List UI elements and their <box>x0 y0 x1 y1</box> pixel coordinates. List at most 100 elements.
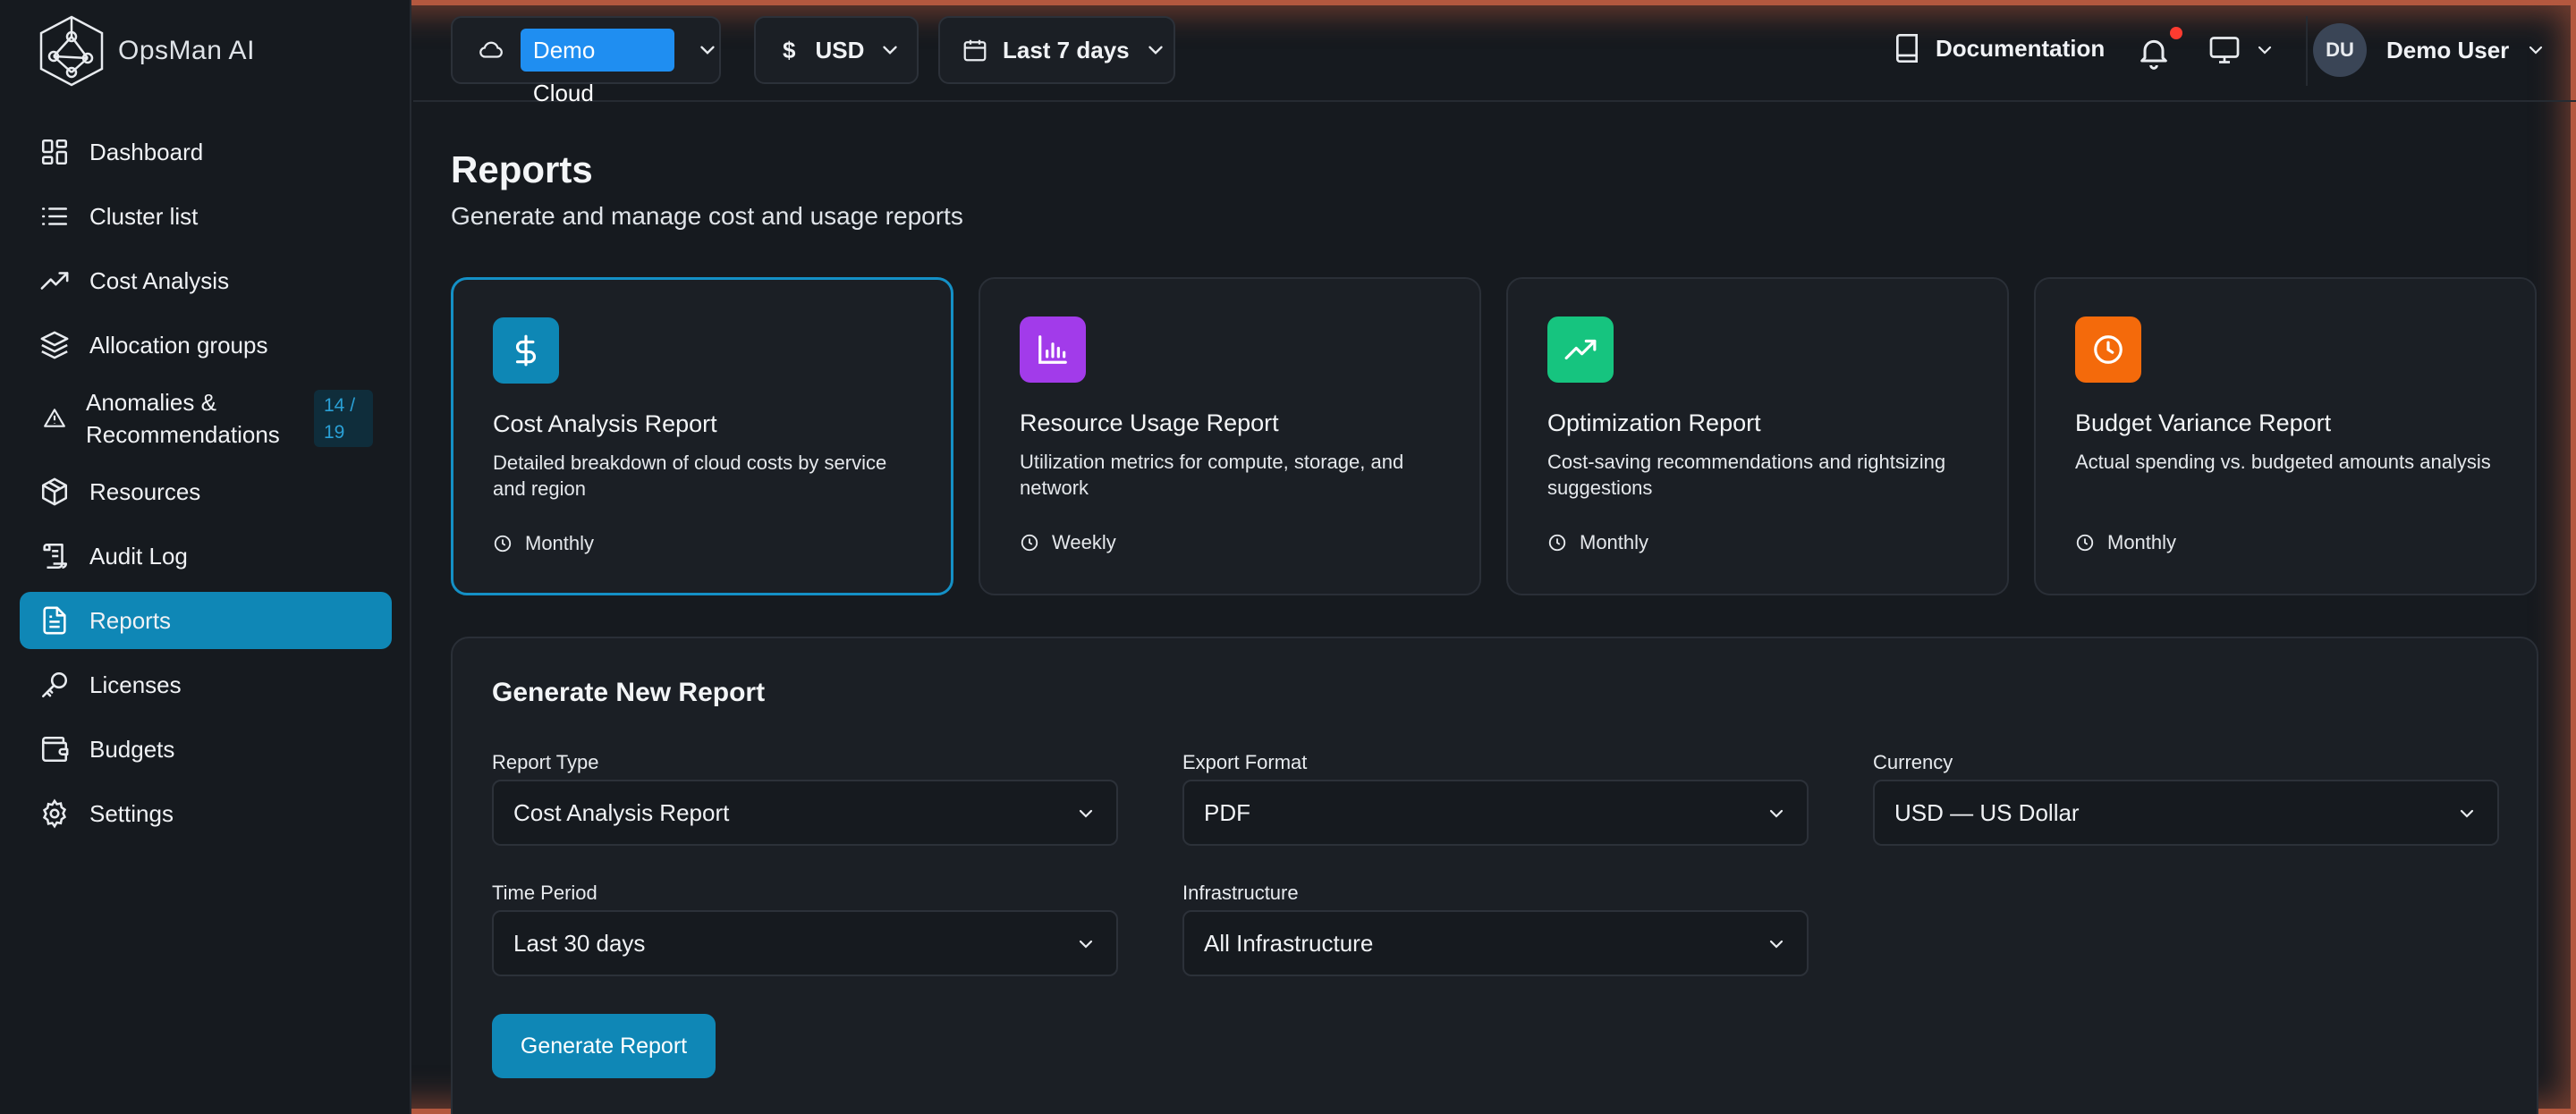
export-format-select[interactable]: PDF <box>1182 780 1809 846</box>
export-format-label: Export Format <box>1182 751 1308 773</box>
sidebar-item-dashboard[interactable]: Dashboard <box>20 123 392 181</box>
sidebar-item-licenses[interactable]: Licenses <box>20 656 392 713</box>
time-period-value: Last 30 days <box>513 929 646 957</box>
report-card-cost-analysis[interactable]: Cost Analysis Report Detailed breakdown … <box>451 277 953 595</box>
card-description: Detailed breakdown of cloud costs by ser… <box>493 452 887 500</box>
card-title: Resource Usage Report <box>1020 409 1279 436</box>
list-icon <box>41 207 68 225</box>
date-range-selector[interactable]: Last 7 days <box>938 16 1175 84</box>
sidebar-item-budgets[interactable]: Budgets <box>20 721 392 778</box>
infrastructure-label: Infrastructure <box>1182 882 1299 904</box>
card-title: Budget Variance Report <box>2075 409 2332 436</box>
report-type-select[interactable]: Cost Analysis Report <box>492 780 1118 846</box>
sidebar-item-label: Cost Analysis <box>89 266 230 294</box>
main-content: Reports Generate and manage cost and usa… <box>413 104 2576 1114</box>
generate-report-button[interactable]: Generate Report <box>492 1014 716 1078</box>
card-icon-tile <box>1547 316 1614 383</box>
sidebar-nav: Dashboard Cluster list Cost Analysis All… <box>20 123 392 849</box>
card-frequency: Monthly <box>2075 531 2176 554</box>
time-period-label: Time Period <box>492 882 597 904</box>
sidebar-item-reports[interactable]: Reports <box>20 592 392 649</box>
key-icon <box>41 671 68 698</box>
cloud-name-badge: Demo Cloud <box>520 29 675 106</box>
chevron-down-icon <box>883 46 898 55</box>
display-menu-button[interactable] <box>2207 34 2275 66</box>
chevron-down-icon <box>1079 940 1093 949</box>
clock-icon <box>1021 534 1038 552</box>
report-type-label: Report Type <box>492 751 599 773</box>
brand[interactable]: OpsMan AI <box>36 13 255 89</box>
card-title: Optimization Report <box>1547 409 1761 436</box>
sidebar: OpsMan AI Dashboard Cluster list Cost An… <box>0 0 411 1114</box>
chevron-down-icon <box>1769 809 1784 818</box>
sidebar-item-resources[interactable]: Resources <box>20 463 392 520</box>
chevron-down-icon <box>1148 46 1163 55</box>
report-type-value: Cost Analysis Report <box>513 798 730 826</box>
cloud-selector[interactable]: Demo Cloud <box>451 16 721 106</box>
clock-icon <box>2076 534 2094 552</box>
sidebar-item-label: Allocation groups <box>89 331 268 359</box>
avatar: DU <box>2313 23 2367 77</box>
frequency-label: Weekly <box>1052 531 1116 553</box>
card-icon-tile <box>493 317 559 384</box>
card-description: Actual spending vs. budgeted amounts ana… <box>2075 451 2491 473</box>
sidebar-item-label: Resources <box>89 477 201 505</box>
chevron-down-icon <box>1769 940 1784 949</box>
user-menu[interactable]: DU Demo User <box>2313 23 2546 77</box>
monitor-icon <box>2209 37 2240 63</box>
anomalies-count-badge: 14 / 19 <box>314 390 373 447</box>
card-frequency: Monthly <box>1547 531 1648 554</box>
user-name: Demo User <box>2386 36 2510 63</box>
report-card-budget-variance[interactable]: Budget Variance Report Actual spending v… <box>2034 277 2537 595</box>
brand-name: OpsMan AI <box>118 36 255 65</box>
page-subtitle: Generate and manage cost and usage repor… <box>451 202 963 230</box>
chevron-down-icon <box>2529 46 2543 55</box>
currency-selector[interactable]: $ USD <box>754 16 919 84</box>
frequency-label: Monthly <box>2107 531 2177 553</box>
report-card-optimization[interactable]: Optimization Report Cost-saving recommen… <box>1506 277 2009 595</box>
chevron-down-icon <box>1079 809 1093 818</box>
file-text-icon <box>43 606 66 635</box>
topbar-divider <box>2306 16 2308 86</box>
card-icon-tile <box>1020 316 1086 383</box>
infrastructure-select[interactable]: All Infrastructure <box>1182 910 1809 976</box>
bell-icon[interactable] <box>2136 34 2172 70</box>
report-card-resource-usage[interactable]: Resource Usage Report Utilization metric… <box>979 277 1481 595</box>
notification-dot <box>2170 27 2182 39</box>
card-description: Cost-saving recommendations and rightsiz… <box>1547 451 1946 499</box>
bar-chart-icon <box>1038 335 1067 364</box>
export-format-value: PDF <box>1204 798 1250 826</box>
currency-select[interactable]: USD — US Dollar <box>1873 780 2499 846</box>
cloud-icon <box>479 41 503 58</box>
sidebar-item-audit-log[interactable]: Audit Log <box>20 527 392 585</box>
layers-icon <box>40 331 69 359</box>
sidebar-item-cluster-list[interactable]: Cluster list <box>20 188 392 245</box>
package-icon <box>41 477 68 506</box>
scroll-icon <box>43 543 68 570</box>
trending-up-icon <box>40 272 69 290</box>
date-range-label: Last 7 days <box>1003 36 1130 63</box>
card-frequency: Monthly <box>493 532 594 555</box>
card-title: Cost Analysis Report <box>493 410 717 437</box>
chevron-down-icon <box>700 46 715 55</box>
sidebar-item-allocation-groups[interactable]: Allocation groups <box>20 316 392 374</box>
gear-icon <box>42 798 67 829</box>
warning-triangle-icon <box>44 409 65 427</box>
documentation-label: Documentation <box>1936 34 2106 62</box>
topbar: Demo Cloud $ USD Last 7 days Documentati… <box>413 0 2576 106</box>
chevron-down-icon <box>2460 809 2474 818</box>
trending-up-icon <box>1564 339 1597 360</box>
time-period-select[interactable]: Last 30 days <box>492 910 1118 976</box>
sidebar-item-cost-analysis[interactable]: Cost Analysis <box>20 252 392 309</box>
sidebar-item-label: Anomalies & Recommendations <box>86 389 280 448</box>
clock-icon <box>494 535 512 553</box>
app-window: OpsMan AI Dashboard Cluster list Cost An… <box>0 0 2576 1114</box>
sidebar-item-anomalies[interactable]: Anomalies & Recommendations 14 / 19 <box>20 381 392 456</box>
documentation-link[interactable]: Documentation <box>1893 32 2105 64</box>
clock-icon <box>1548 534 1566 552</box>
book-icon <box>1896 34 1918 63</box>
generate-report-panel: Generate New Report Report Type Cost Ana… <box>451 637 2538 1114</box>
sidebar-item-label: Reports <box>89 606 172 634</box>
sidebar-item-label: Cluster list <box>89 202 199 230</box>
sidebar-item-settings[interactable]: Settings <box>20 785 392 842</box>
